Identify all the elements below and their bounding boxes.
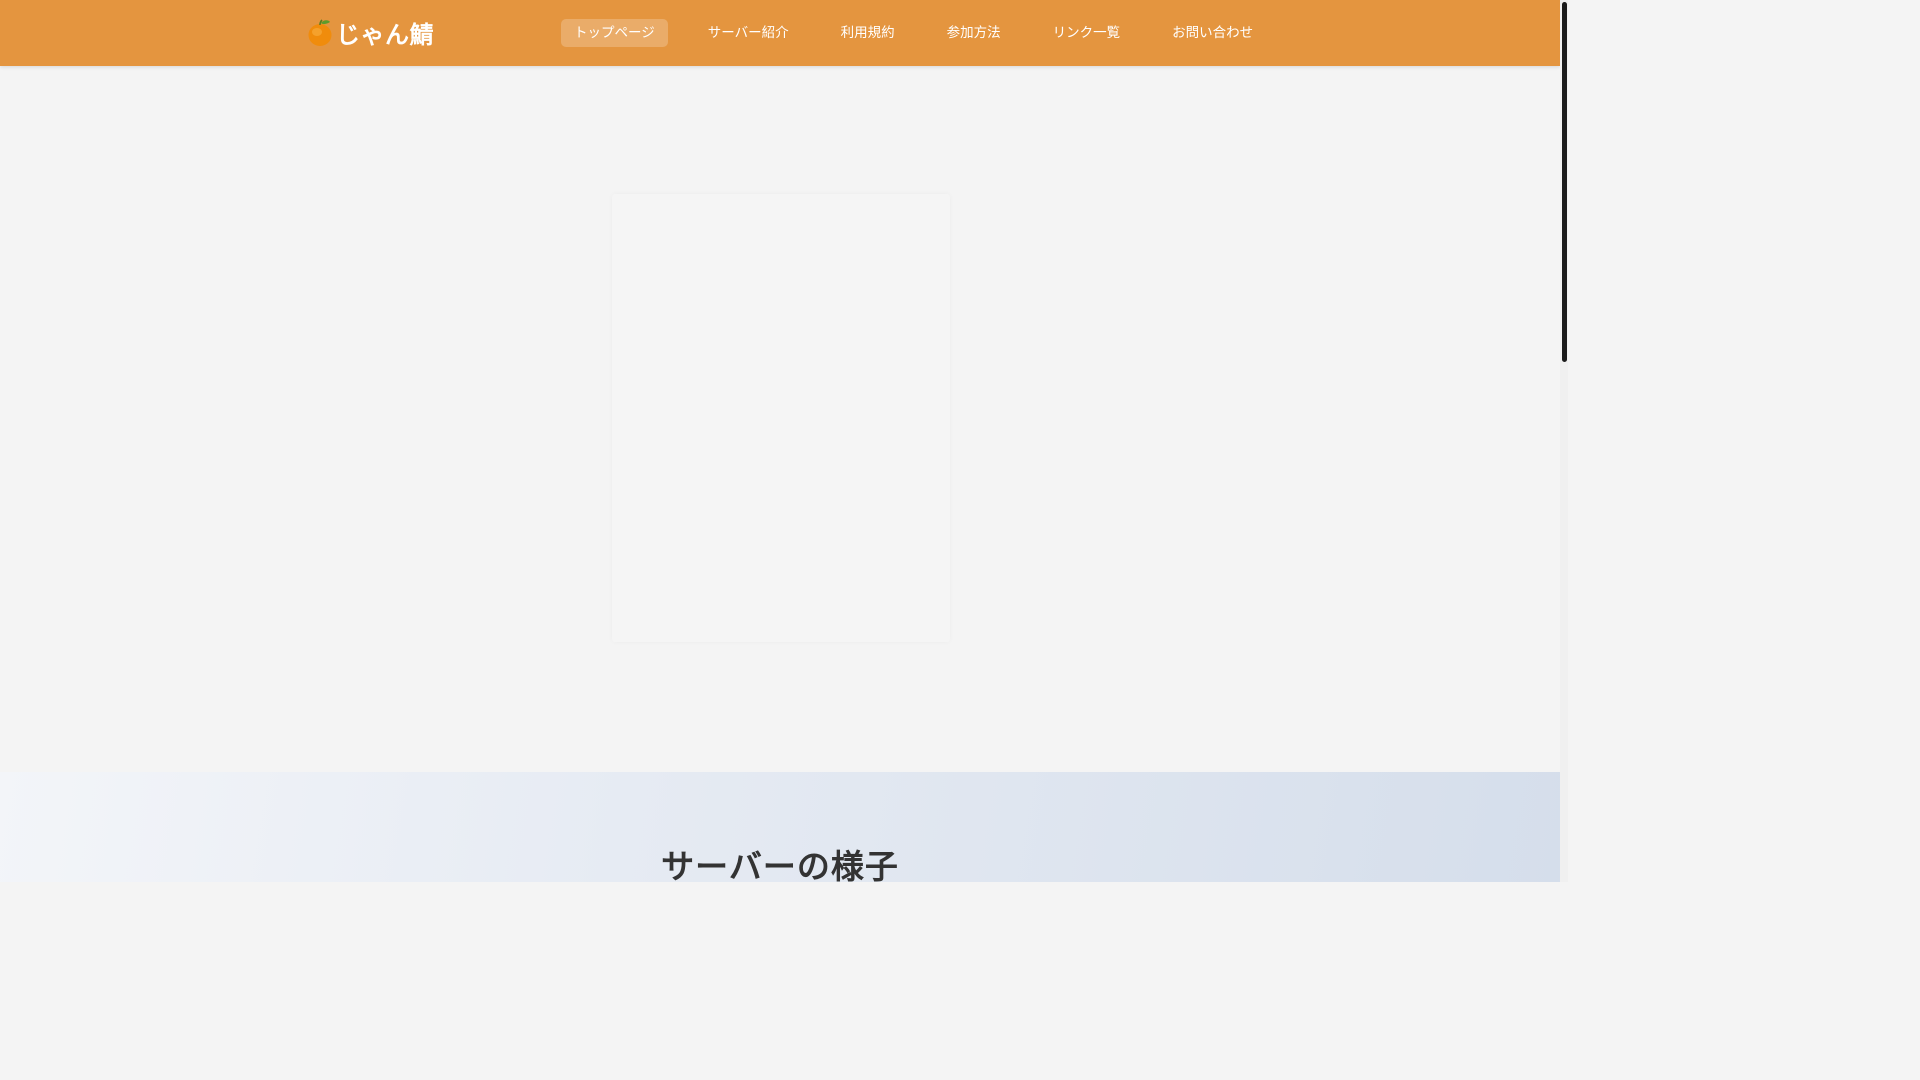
scrollbar-thumb[interactable]: [1562, 2, 1567, 362]
server-gallery-section: サーバーの様子: [0, 772, 1560, 882]
nav-item-top-page[interactable]: トップページ: [561, 19, 668, 47]
logo-text: じゃん鯖: [336, 20, 434, 49]
nav-item-contact[interactable]: お問い合わせ: [1159, 19, 1266, 47]
embed-widget[interactable]: [612, 194, 950, 642]
tangerine-icon: [307, 17, 333, 47]
nav-item-server-intro[interactable]: サーバー紹介: [695, 19, 802, 47]
site-logo[interactable]: じゃん鯖: [307, 14, 434, 50]
site-header: じゃん鯖 トップページ サーバー紹介 利用規約 参加方法 リンク一覧 お問い合わ…: [0, 0, 1560, 66]
section-title: サーバーの様子: [661, 847, 899, 882]
nav-item-links[interactable]: リンク一覧: [1040, 19, 1134, 47]
main-nav: トップページ サーバー紹介 利用規約 参加方法 リンク一覧 お問い合わせ: [561, 19, 1266, 47]
nav-item-how-to-join[interactable]: 参加方法: [934, 19, 1014, 47]
scrollbar[interactable]: [1560, 0, 1568, 882]
page: じゃん鯖 トップページ サーバー紹介 利用規約 参加方法 リンク一覧 お問い合わ…: [0, 0, 1568, 882]
nav-item-terms[interactable]: 利用規約: [828, 19, 908, 47]
hero-section: [0, 66, 1560, 772]
